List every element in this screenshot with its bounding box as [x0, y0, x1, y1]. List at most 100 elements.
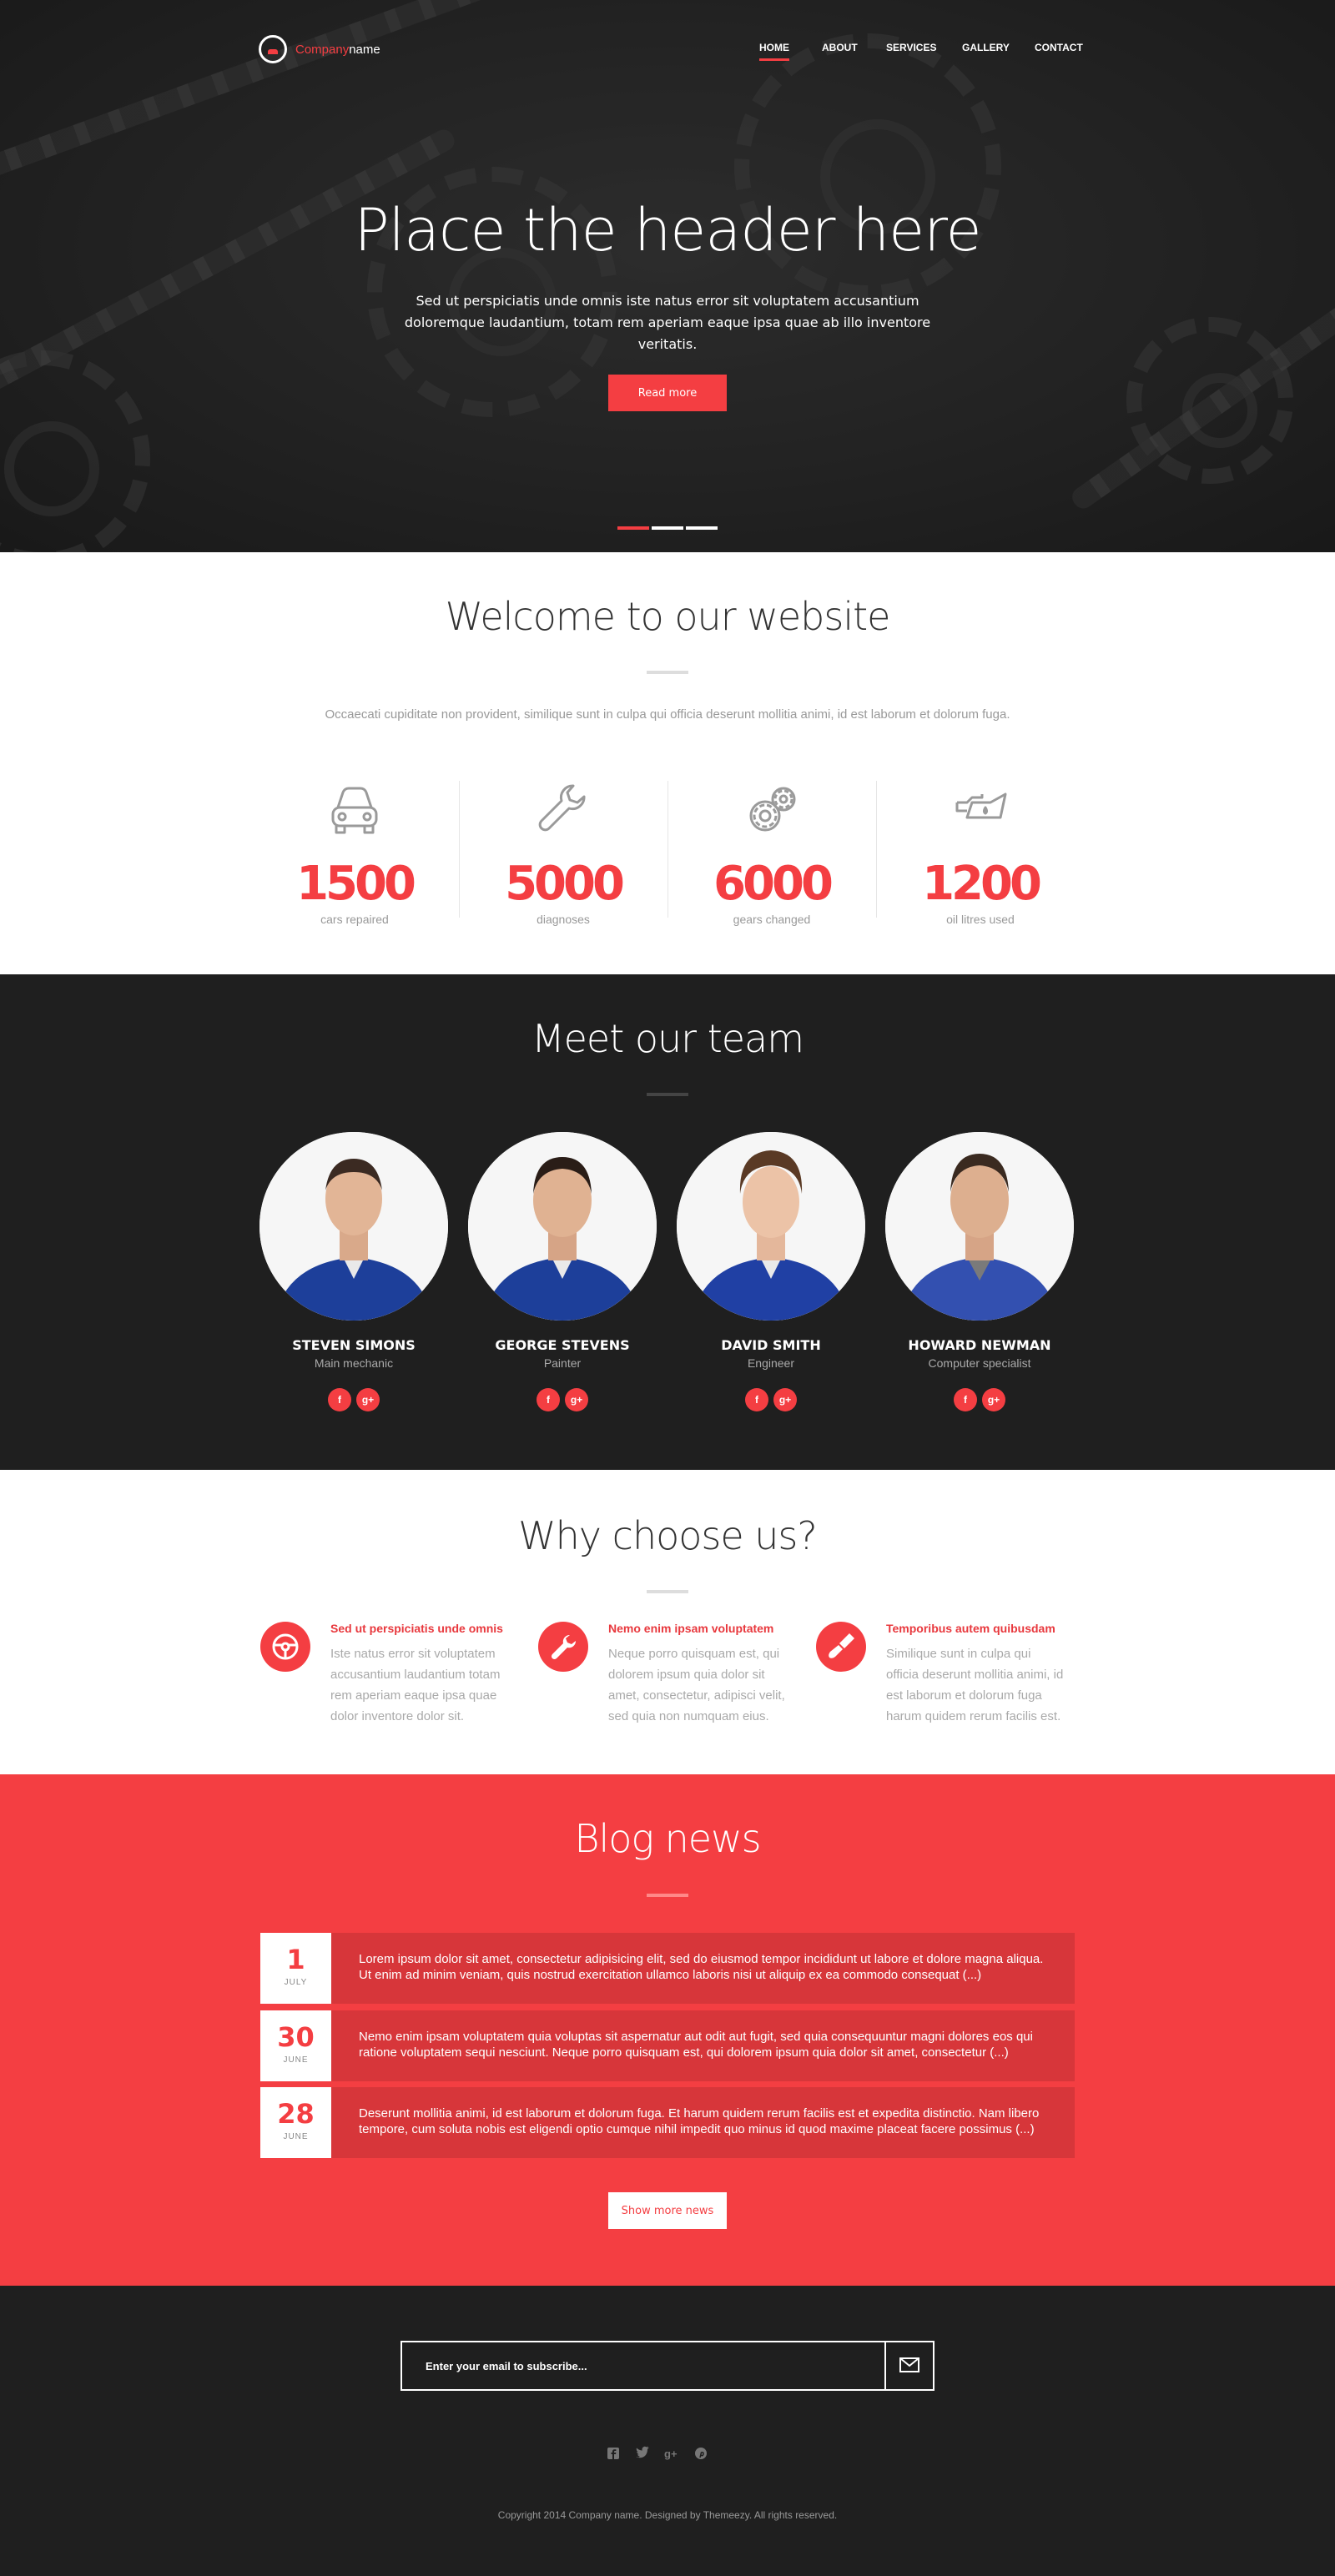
section-divider	[647, 1590, 688, 1593]
member-name: STEVEN SIMONS	[292, 1337, 416, 1353]
feature-title[interactable]: Nemo enim ipsam voluptatem	[608, 1622, 773, 1635]
post-excerpt[interactable]: Lorem ipsum dolor sit amet, consectetur …	[359, 1951, 1053, 1983]
avatar[interactable]	[677, 1132, 865, 1321]
subscribe-button[interactable]	[884, 2342, 933, 2389]
blog-post[interactable]: 28 JUNE Deserunt mollitia animi, id est …	[260, 2087, 1075, 2158]
gears-icon	[749, 787, 796, 832]
wrench-icon	[538, 1622, 588, 1672]
nav-about[interactable]: ABOUT	[822, 42, 858, 53]
post-day: 1	[286, 1944, 305, 1975]
stat-value: 1200	[922, 857, 1042, 911]
google-plus-icon[interactable]: g+	[356, 1388, 380, 1411]
speedometer-icon	[259, 35, 287, 63]
avatar[interactable]	[259, 1132, 448, 1321]
member-role: Painter	[543, 1356, 582, 1370]
footer	[0, 2286, 1335, 2576]
section-divider	[647, 1093, 688, 1096]
post-day: 30	[277, 2021, 315, 2053]
logo[interactable]: Companyname	[259, 35, 380, 63]
team-member: STEVEN SIMONS Main mechanic f g+	[259, 1132, 448, 1411]
post-excerpt[interactable]: Deserunt mollitia animi, id est laborum …	[359, 2106, 1053, 2137]
hero-section: Companyname HOME ABOUT SERVICES GALLERY …	[0, 0, 1335, 552]
svg-text:g+: g+	[664, 2448, 678, 2460]
feature-text: Similique sunt in culpa qui officia dese…	[886, 1647, 1064, 1723]
show-more-news-button[interactable]: Show more news	[608, 2192, 727, 2229]
team-member: GEORGE STEVENS Painter f g+	[468, 1132, 657, 1411]
member-role: Main mechanic	[314, 1356, 394, 1370]
pinterest-icon[interactable]	[693, 2445, 709, 2462]
post-excerpt[interactable]: Nemo enim ipsam voluptatem quia voluptas…	[359, 2029, 1053, 2060]
oil-can-icon	[955, 792, 1007, 819]
logo-text: Companyname	[295, 42, 380, 57]
blog-post[interactable]: 1 JULY Lorem ipsum dolor sit amet, conse…	[260, 1933, 1075, 2004]
why-title: Why choose us?	[518, 1513, 818, 1558]
member-name: HOWARD NEWMAN	[908, 1337, 1051, 1353]
member-name: DAVID SMITH	[721, 1337, 821, 1353]
stat-label: gears changed	[733, 913, 811, 926]
welcome-title: Welcome to our website	[445, 594, 891, 639]
feature-title[interactable]: Temporibus autem quibusdam	[886, 1622, 1055, 1635]
stat-diagnoses: 5000 diagnoses	[459, 776, 668, 926]
read-more-button[interactable]: Read more	[608, 375, 727, 411]
slider-dot-1[interactable]	[617, 526, 649, 530]
wrench-icon	[538, 784, 586, 832]
avatar[interactable]	[468, 1132, 657, 1321]
stat-value: 1500	[296, 857, 416, 911]
section-divider	[647, 1894, 688, 1897]
stat-label: cars repaired	[320, 913, 389, 926]
team-title: Meet our team	[531, 1016, 804, 1061]
nav-gallery[interactable]: GALLERY	[962, 42, 1010, 53]
slider-dot-2[interactable]	[652, 526, 683, 530]
nav-services[interactable]: SERVICES	[886, 42, 936, 53]
blog-post[interactable]: 30 JUNE Nemo enim ipsam voluptatem quia …	[260, 2010, 1075, 2081]
post-date: 1 JULY	[260, 1933, 331, 2004]
member-name: GEORGE STEVENS	[495, 1337, 630, 1353]
google-plus-icon[interactable]: g+	[982, 1388, 1005, 1411]
steering-wheel-icon	[260, 1622, 310, 1672]
slider-dot-3[interactable]	[686, 526, 718, 530]
copyright: Copyright 2014 Company name. Designed by…	[497, 2509, 838, 2521]
avatar[interactable]	[885, 1132, 1074, 1321]
nav-home[interactable]: HOME	[759, 42, 789, 61]
hero-text: Sed ut perspiciatis unde omnis iste natu…	[404, 293, 931, 352]
facebook-icon[interactable]: f	[745, 1388, 768, 1411]
stat-value: 5000	[505, 857, 625, 911]
stat-gears: 6000 gears changed	[668, 776, 876, 926]
post-month: JULY	[284, 1978, 308, 1987]
facebook-icon[interactable]: f	[537, 1388, 560, 1411]
feature-text: Neque porro quisquam est, qui dolorem ip…	[608, 1647, 785, 1723]
post-month: JUNE	[283, 2132, 309, 2141]
team-member: HOWARD NEWMAN Computer specialist f g+	[885, 1132, 1074, 1411]
member-role: Engineer	[747, 1356, 795, 1370]
hero-overlay	[0, 0, 1335, 552]
feature-text: Iste natus error sit voluptatem accusant…	[330, 1647, 501, 1723]
post-date: 30 JUNE	[260, 2010, 331, 2081]
stat-cars: 1500 cars repaired	[250, 776, 459, 926]
post-day: 28	[277, 2098, 315, 2130]
team-member: DAVID SMITH Engineer f g+	[677, 1132, 865, 1411]
facebook-icon[interactable]: f	[954, 1388, 977, 1411]
google-plus-icon[interactable]: g+	[663, 2445, 680, 2462]
stat-value: 6000	[713, 857, 834, 911]
stat-label: oil litres used	[946, 913, 1015, 926]
blog-title: Blog news	[574, 1816, 761, 1861]
email-subscribe-input[interactable]	[402, 2342, 886, 2389]
feature-title[interactable]: Sed ut perspiciatis unde omnis	[330, 1622, 503, 1635]
nav-contact[interactable]: CONTACT	[1035, 42, 1083, 53]
twitter-icon[interactable]	[634, 2445, 651, 2462]
post-date: 28 JUNE	[260, 2087, 331, 2158]
welcome-subtitle: Occaecati cupiditate non provident, simi…	[325, 707, 1010, 722]
post-month: JUNE	[283, 2055, 309, 2065]
subscribe-form	[400, 2341, 934, 2391]
paint-brush-icon	[816, 1622, 866, 1672]
stat-oil: 1200 oil litres used	[876, 776, 1085, 926]
hero-title: Place the header here	[354, 196, 981, 264]
facebook-icon[interactable]: f	[328, 1388, 351, 1411]
google-plus-icon[interactable]: g+	[565, 1388, 588, 1411]
car-icon	[331, 787, 378, 834]
member-role: Computer specialist	[928, 1356, 1031, 1370]
facebook-icon[interactable]	[605, 2445, 622, 2462]
google-plus-icon[interactable]: g+	[773, 1388, 797, 1411]
section-divider	[647, 671, 688, 674]
envelope-icon	[899, 2357, 919, 2372]
